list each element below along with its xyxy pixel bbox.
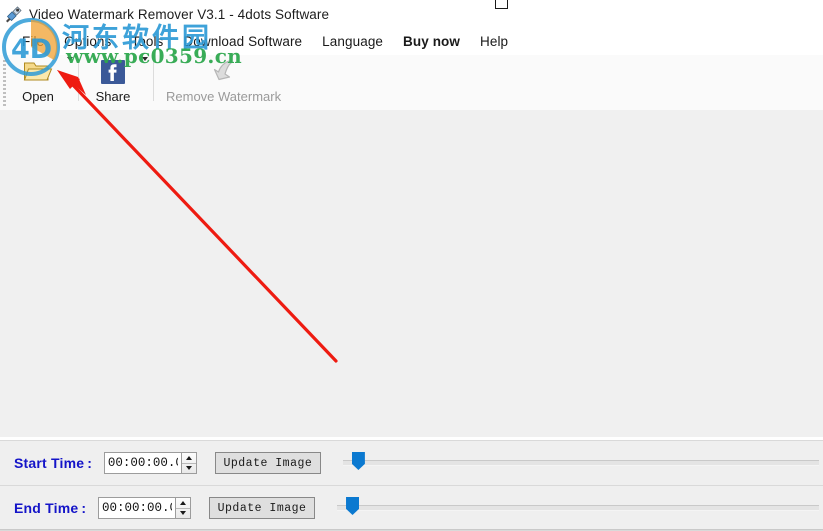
share-button[interactable]: Share: [84, 55, 142, 104]
start-time-spin-up[interactable]: [182, 453, 196, 463]
start-time-slider[interactable]: [342, 450, 819, 476]
end-update-image-button[interactable]: Update Image: [209, 497, 316, 519]
start-time-spin-buttons[interactable]: [181, 452, 197, 474]
start-time-spin-down[interactable]: [181, 462, 196, 474]
maximize-button[interactable]: [495, 0, 508, 9]
toolbar-group-share: Share: [84, 55, 148, 105]
end-time-input[interactable]: [98, 497, 177, 519]
start-time-stepper: [103, 452, 197, 474]
menu-item-download-software[interactable]: Download Software: [173, 31, 312, 52]
triangle-up-icon: [180, 500, 187, 505]
open-button[interactable]: Open: [9, 55, 67, 104]
end-time-slider-track[interactable]: [337, 505, 819, 511]
remove-watermark-button-label: Remove Watermark: [166, 89, 282, 104]
start-time-label: Start Time: [14, 455, 85, 471]
end-time-spin-down[interactable]: [176, 507, 191, 519]
menu-item-options[interactable]: Options: [54, 31, 121, 52]
application-window: Video Watermark Remover V3.1 - 4dots Sof…: [0, 0, 823, 531]
end-time-colon: :: [81, 500, 87, 516]
share-button-label: Share: [95, 89, 131, 104]
triangle-down-icon: [185, 466, 192, 471]
end-time-spin-up[interactable]: [176, 498, 190, 508]
menu-item-help[interactable]: Help: [470, 31, 518, 52]
menu-bar: File Options Tools Download Software Lan…: [0, 28, 823, 55]
start-time-colon: :: [87, 455, 92, 471]
start-time-input[interactable]: [103, 452, 182, 474]
triangle-down-icon: [180, 511, 187, 516]
start-time-panel: Start Time : Update Image: [0, 440, 823, 486]
menu-item-file[interactable]: File: [12, 31, 54, 52]
start-time-slider-thumb[interactable]: [351, 452, 365, 470]
title-bar: Video Watermark Remover V3.1 - 4dots Sof…: [0, 0, 823, 28]
window-title: Video Watermark Remover V3.1 - 4dots Sof…: [29, 6, 330, 22]
end-time-slider-thumb[interactable]: [346, 497, 360, 515]
end-time-spin-buttons[interactable]: [176, 497, 192, 519]
facebook-icon: [100, 58, 126, 86]
start-update-image-button[interactable]: Update Image: [214, 452, 321, 474]
toolbar-grip[interactable]: [0, 58, 9, 106]
open-button-label: Open: [22, 89, 54, 104]
open-dropdown-arrow[interactable]: [67, 35, 73, 105]
toolbar-separator-2: [153, 59, 154, 101]
toolbar-group-open: Open: [9, 55, 73, 105]
end-time-label: End Time: [14, 500, 79, 516]
menu-item-language[interactable]: Language: [312, 31, 393, 52]
toolbar: Open Share Remove Watermark: [0, 55, 823, 111]
menu-item-buy-now[interactable]: Buy now: [393, 31, 470, 52]
video-preview-area[interactable]: [0, 110, 823, 437]
share-dropdown-arrow[interactable]: [142, 35, 148, 105]
remove-watermark-button[interactable]: Remove Watermark: [159, 55, 288, 104]
toolbar-group-remove-watermark: Remove Watermark: [159, 55, 288, 105]
end-time-panel: End Time : Update Image: [0, 485, 823, 531]
start-time-slider-track[interactable]: [342, 460, 819, 466]
end-time-slider[interactable]: [337, 495, 819, 521]
toolbar-separator-1: [78, 59, 79, 101]
chevron-down-icon: [142, 57, 148, 61]
end-time-stepper: [98, 497, 192, 519]
cursor-arrow-icon: [209, 58, 239, 86]
open-folder-icon: [23, 58, 53, 86]
chevron-down-icon: [67, 57, 73, 61]
app-icon: [5, 5, 23, 23]
triangle-up-icon: [185, 455, 192, 460]
